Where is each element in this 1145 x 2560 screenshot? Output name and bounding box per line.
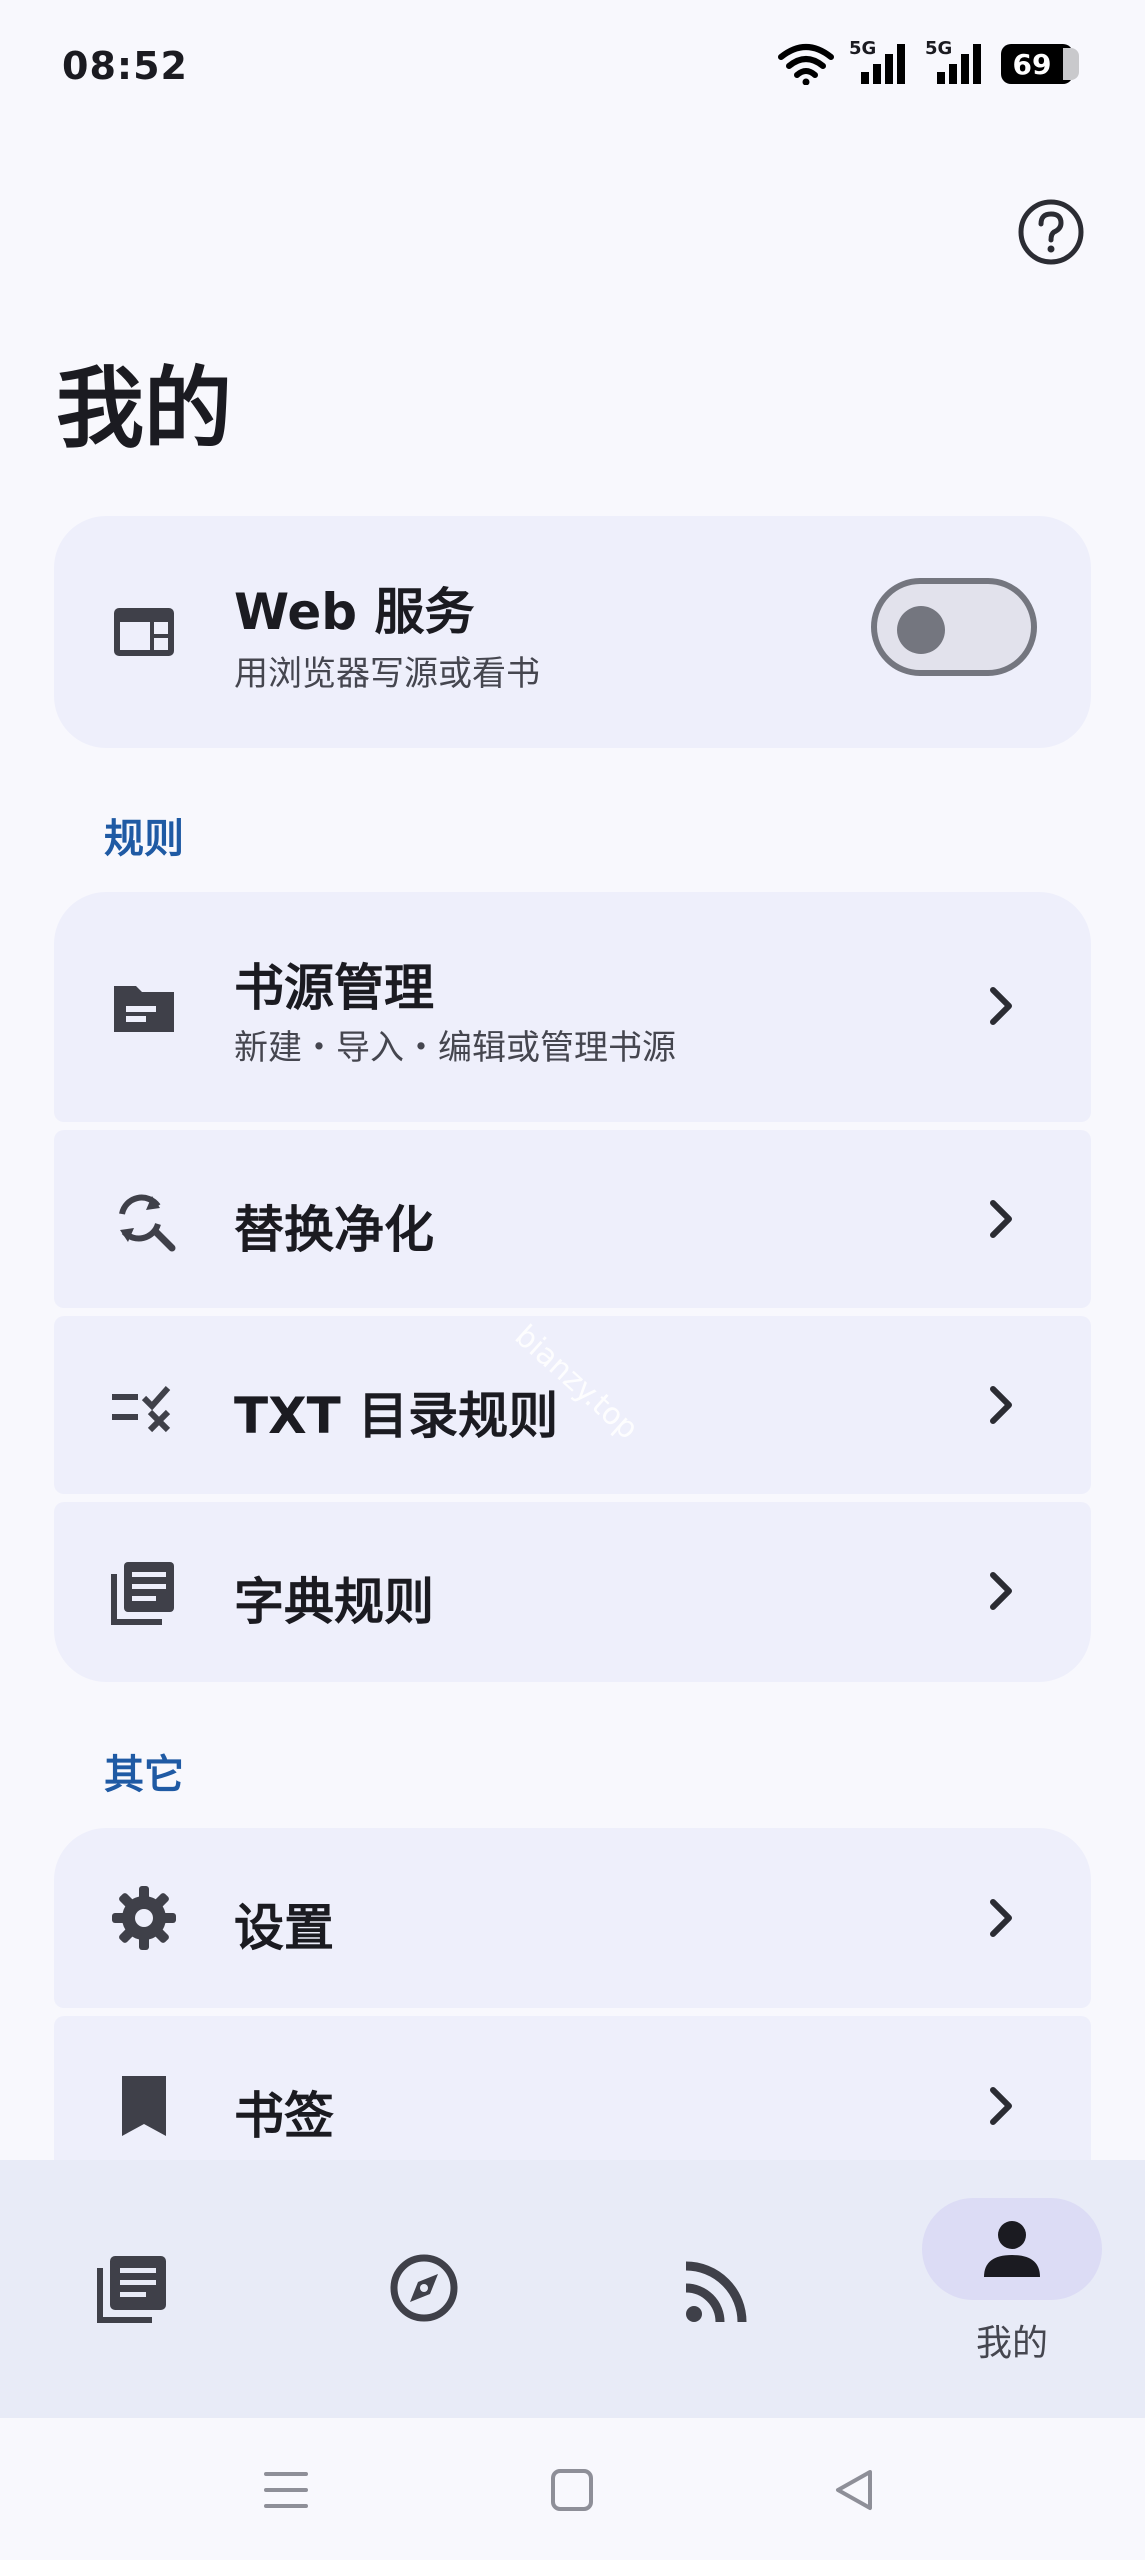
list-item-settings[interactable]: 设置 — [54, 1828, 1091, 2008]
page-title: 我的 — [56, 357, 233, 460]
bookmark-icon — [122, 2076, 166, 2136]
list-item-dictionary-rules[interactable]: 字典规则 — [54, 1502, 1091, 1682]
signal-bars-icon — [861, 44, 905, 84]
list-item-title: 字典规则 — [234, 1573, 434, 1631]
nav-my-tab[interactable] — [922, 2198, 1102, 2300]
system-navigation-bar — [0, 2418, 1145, 2560]
chevron-right-icon — [990, 987, 1012, 1025]
cell-signal-2: 5G — [925, 38, 987, 86]
status-icons: 5G 5G 69 — [777, 38, 1079, 86]
chevron-right-icon — [990, 1572, 1012, 1610]
list-item-title: 替换净化 — [234, 1201, 434, 1259]
screen: 08:52 5G 5G 69 我的 Web 服务 用浏览器写源或看书 规则 书源… — [0, 0, 1145, 2560]
section-header-rules: 规则 — [104, 816, 184, 862]
list-item-title: 设置 — [234, 1899, 334, 1957]
gear-icon — [112, 1886, 176, 1950]
bottom-navigation: 我的 — [0, 2160, 1145, 2418]
section-header-other: 其它 — [104, 1752, 184, 1798]
back-triangle-icon[interactable] — [826, 2462, 882, 2518]
list-item-title: 书源管理 — [234, 959, 434, 1017]
checklist-icon — [112, 1386, 171, 1433]
chevron-right-icon — [990, 1386, 1012, 1424]
nav-rss-icon[interactable] — [676, 2252, 756, 2332]
toggle-knob — [897, 606, 945, 654]
wifi-icon — [778, 44, 834, 85]
status-time: 08:52 — [62, 44, 188, 88]
web-service-title: Web 服务 — [234, 583, 475, 641]
web-service-card[interactable]: Web 服务 用浏览器写源或看书 — [54, 516, 1091, 748]
nav-person-icon — [984, 2221, 1040, 2277]
signal-bars-icon — [937, 44, 981, 84]
list-item-subtitle: 新建・导入・编辑或管理书源 — [234, 1028, 676, 1068]
status-bar: 08:52 5G 5G 69 — [0, 0, 1145, 130]
nav-my-label: 我的 — [975, 2323, 1048, 2364]
library-books-icon — [111, 1562, 174, 1625]
folder-icon — [114, 986, 174, 1032]
recents-menu-icon[interactable] — [258, 2462, 314, 2518]
list-item-title: 书签 — [234, 2087, 334, 2145]
list-item-txt-toc-rules[interactable]: TXT 目录规则 — [54, 1316, 1091, 1494]
web-service-subtitle: 用浏览器写源或看书 — [234, 654, 540, 694]
chevron-right-icon — [990, 1899, 1012, 1937]
battery-level: 69 — [1012, 47, 1052, 81]
list-item-title: TXT 目录规则 — [234, 1387, 559, 1445]
list-item-book-source[interactable]: 书源管理 新建・导入・编辑或管理书源 — [54, 892, 1091, 1122]
nav-bookshelf-icon[interactable] — [92, 2248, 172, 2328]
home-square-icon[interactable] — [544, 2462, 600, 2518]
web-icon — [114, 608, 174, 656]
nav-explore-icon[interactable] — [384, 2248, 464, 2328]
web-service-toggle[interactable] — [871, 578, 1037, 676]
find-replace-icon — [119, 1194, 176, 1252]
battery-indicator: 69 — [1001, 44, 1079, 84]
cell-signal-1: 5G — [849, 38, 911, 86]
list-item-replace-rules[interactable]: 替换净化 — [54, 1130, 1091, 1308]
chevron-right-icon — [990, 2087, 1012, 2125]
chevron-right-icon — [990, 1200, 1012, 1238]
help-icon[interactable] — [1015, 196, 1087, 268]
